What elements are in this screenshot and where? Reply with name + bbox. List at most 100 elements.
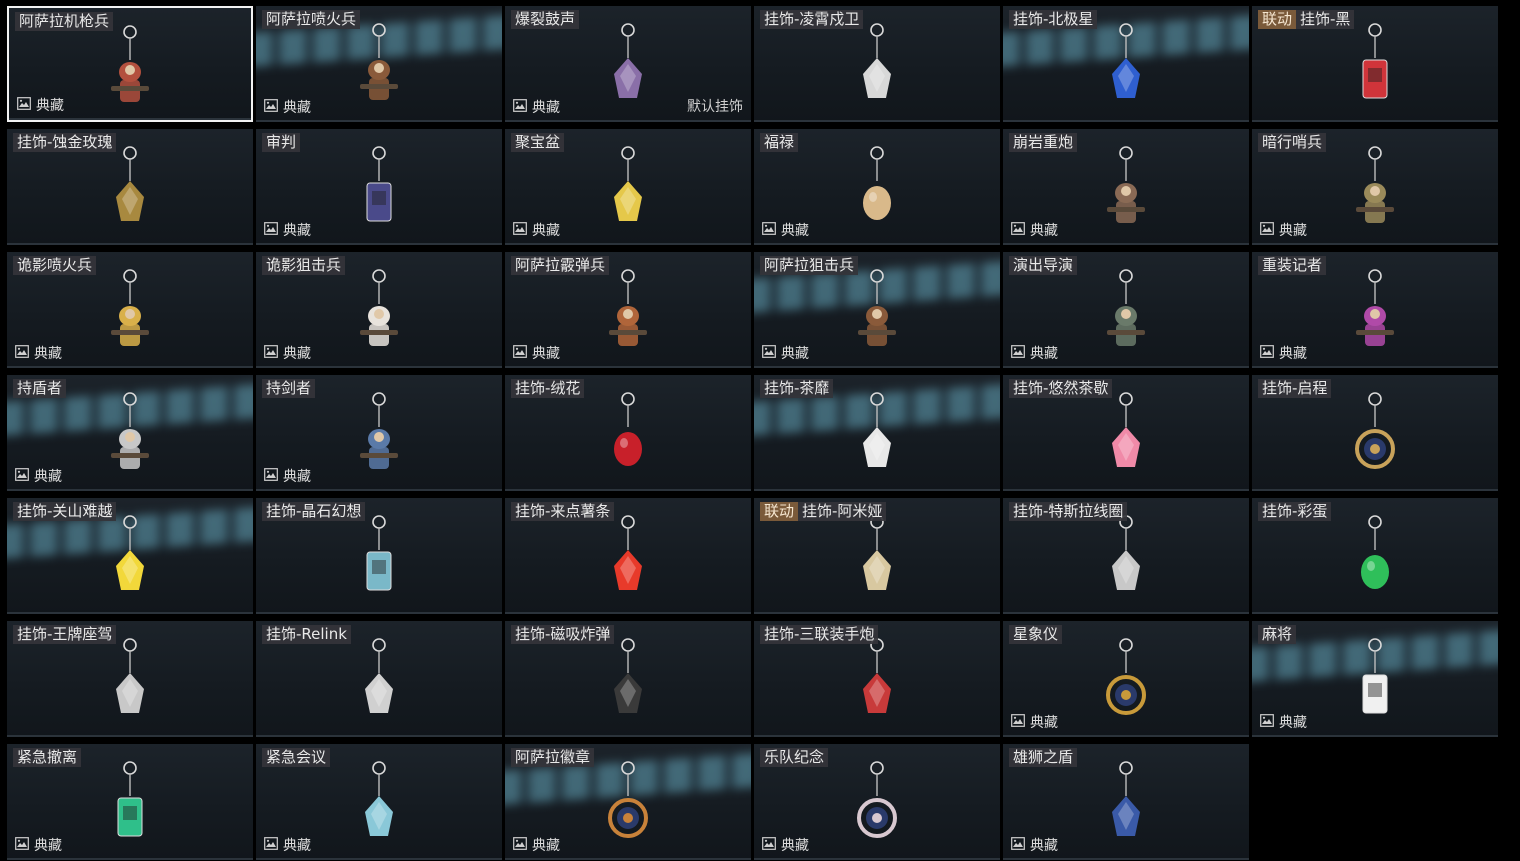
collection-label: 典藏 bbox=[532, 837, 560, 854]
collection-tag: 典藏 bbox=[1011, 714, 1058, 731]
charm-card[interactable]: 挂饰-关山难越 bbox=[7, 498, 253, 614]
charm-card[interactable]: 挂饰-三联装手炮 bbox=[754, 621, 1000, 737]
charm-name-text: 麻将 bbox=[1262, 625, 1293, 643]
collection-label: 典藏 bbox=[283, 468, 311, 485]
charm-card[interactable]: 崩岩重炮 典藏 bbox=[1003, 129, 1249, 245]
charm-card[interactable]: 挂饰-悠然茶歇 bbox=[1003, 375, 1249, 491]
charm-card[interactable]: 挂饰-茶靡 bbox=[754, 375, 1000, 491]
charm-name: 挂饰-凌霄戍卫 bbox=[760, 10, 864, 29]
charm-card[interactable]: 挂饰-Relink bbox=[256, 621, 502, 737]
charm-name-text: 挂饰-来点薯条 bbox=[515, 502, 611, 520]
charm-card[interactable]: 阿萨拉徽章典藏 bbox=[505, 744, 751, 860]
charm-name-text: 星象仪 bbox=[1013, 625, 1059, 643]
treasure-bowl-charm-icon bbox=[614, 146, 642, 221]
charm-card[interactable]: 乐队纪念 典藏 bbox=[754, 744, 1000, 860]
charm-name-text: 阿萨拉喷火兵 bbox=[266, 10, 357, 28]
picture-icon bbox=[1011, 222, 1030, 239]
charm-card[interactable]: 挂饰-磁吸炸弹 bbox=[505, 621, 751, 737]
collection-tag: 典藏 bbox=[17, 97, 64, 114]
picture-icon bbox=[513, 837, 532, 854]
picture-icon bbox=[1011, 345, 1030, 362]
charm-name-text: 紧急撤离 bbox=[17, 748, 78, 766]
collection-label: 典藏 bbox=[781, 345, 809, 362]
charm-name: 紧急会议 bbox=[262, 748, 331, 767]
picture-icon bbox=[762, 222, 781, 239]
charm-card[interactable]: 紧急会议 典藏 bbox=[256, 744, 502, 860]
charm-name: 挂饰-三联装手炮 bbox=[760, 625, 879, 644]
collection-tag: 典藏 bbox=[1260, 714, 1307, 731]
exit-sign-charm-icon bbox=[117, 761, 143, 837]
charm-card[interactable]: 挂饰-北极星 bbox=[1003, 6, 1249, 122]
charm-card[interactable]: 阿萨拉喷火兵 典藏 bbox=[256, 6, 502, 122]
charm-card[interactable]: 雄狮之盾 典藏 bbox=[1003, 744, 1249, 860]
collection-label: 典藏 bbox=[283, 837, 311, 854]
charm-card[interactable]: 演出导演 典藏 bbox=[1003, 252, 1249, 368]
director-figure-icon bbox=[1107, 269, 1145, 346]
charm-card[interactable]: 挂饰-凌霄戍卫 bbox=[754, 6, 1000, 122]
card-charm-icon bbox=[366, 146, 392, 222]
charm-name: 诡影狙击兵 bbox=[262, 256, 346, 275]
collection-label: 典藏 bbox=[781, 837, 809, 854]
charm-card[interactable]: 福禄 典藏 bbox=[754, 129, 1000, 245]
charm-card[interactable]: 阿萨拉霰弹兵 典藏 bbox=[505, 252, 751, 368]
default-charm-label: 默认挂饰 bbox=[687, 99, 743, 115]
charm-name: 乐队纪念 bbox=[760, 748, 829, 767]
charm-name: 麻将 bbox=[1258, 625, 1297, 644]
charm-card[interactable]: 挂饰-绒花 bbox=[505, 375, 751, 491]
charm-card[interactable]: 诡影喷火兵 典藏 bbox=[7, 252, 253, 368]
charm-name-text: 阿萨拉徽章 bbox=[515, 748, 591, 766]
charm-card[interactable]: 聚宝盆 典藏 bbox=[505, 129, 751, 245]
lighter-charm-icon bbox=[116, 515, 144, 590]
charm-card[interactable]: 紧急撤离 典藏 bbox=[7, 744, 253, 860]
charm-card[interactable]: 诡影狙击兵 典藏 bbox=[256, 252, 502, 368]
charm-card[interactable]: 持盾者 典藏 bbox=[7, 375, 253, 491]
charm-name: 爆裂鼓声 bbox=[511, 10, 580, 29]
picture-icon bbox=[15, 468, 34, 485]
charm-name-text: 挂饰-磁吸炸弹 bbox=[515, 625, 611, 643]
charm-card[interactable]: 麻将 典藏 bbox=[1252, 621, 1498, 737]
collection-tag: 典藏 bbox=[1260, 222, 1307, 239]
charm-card[interactable]: 阿萨拉狙击兵 典藏 bbox=[754, 252, 1000, 368]
charm-card[interactable]: 审判 典藏 bbox=[256, 129, 502, 245]
charm-name: 持剑者 bbox=[262, 379, 316, 398]
charm-name: 挂饰-彩蛋 bbox=[1258, 502, 1332, 521]
reporter-figure-icon bbox=[1356, 269, 1394, 346]
charm-card[interactable]: 阿萨拉机枪兵 典藏 bbox=[7, 6, 253, 122]
charm-card[interactable]: 挂饰-启程 bbox=[1252, 375, 1498, 491]
charm-card[interactable]: 挂饰-来点薯条 bbox=[505, 498, 751, 614]
charm-card[interactable]: 挂饰-晶石幻想 bbox=[256, 498, 502, 614]
charm-name: 挂饰-关山难越 bbox=[13, 502, 117, 521]
charm-card[interactable]: 联动 挂饰-阿米娅 bbox=[754, 498, 1000, 614]
charm-card[interactable]: 重装记者 典藏 bbox=[1252, 252, 1498, 368]
picture-icon bbox=[513, 345, 532, 362]
collection-tag: 典藏 bbox=[1011, 345, 1058, 362]
soldier-figure-icon bbox=[360, 23, 398, 100]
soldier-figure-icon bbox=[111, 25, 149, 102]
charm-name-text: 挂饰-彩蛋 bbox=[1262, 502, 1328, 520]
charm-card[interactable]: 联动 挂饰-黑 bbox=[1252, 6, 1498, 122]
cupcake-charm-icon bbox=[1112, 392, 1140, 467]
tag-charm-icon bbox=[1362, 23, 1388, 99]
charm-card[interactable]: 暗行哨兵 典藏 bbox=[1252, 129, 1498, 245]
charm-card[interactable]: 挂饰-彩蛋 bbox=[1252, 498, 1498, 614]
charm-card[interactable]: 挂饰-特斯拉线圈 bbox=[1003, 498, 1249, 614]
charm-card[interactable]: 爆裂鼓声 典藏 默认挂饰 bbox=[505, 6, 751, 122]
charm-name-text: 挂饰-黑 bbox=[1300, 10, 1351, 28]
charm-name-text: 挂饰-Relink bbox=[266, 625, 347, 643]
band-medal-charm-icon bbox=[857, 761, 897, 838]
soldier-figure-icon bbox=[609, 269, 647, 346]
collection-tag: 典藏 bbox=[513, 837, 560, 854]
soldier-figure-icon bbox=[1356, 146, 1394, 223]
charm-card[interactable]: 挂饰-王牌座驾 bbox=[7, 621, 253, 737]
charm-card[interactable]: 星象仪 典藏 bbox=[1003, 621, 1249, 737]
charm-name-text: 重装记者 bbox=[1262, 256, 1323, 274]
charm-card[interactable]: 持剑者典藏 bbox=[256, 375, 502, 491]
bunny-charm-icon bbox=[863, 515, 891, 590]
collection-tag: 典藏 bbox=[762, 345, 809, 362]
charm-name: 挂饰-晶石幻想 bbox=[262, 502, 366, 521]
charm-card[interactable]: 挂饰-蚀金玫瑰 bbox=[7, 129, 253, 245]
charm-name: 挂饰-北极星 bbox=[1009, 10, 1098, 29]
egg-charm-icon bbox=[1361, 515, 1389, 589]
picture-icon bbox=[762, 345, 781, 362]
charm-name-text: 挂饰-王牌座驾 bbox=[17, 625, 113, 643]
